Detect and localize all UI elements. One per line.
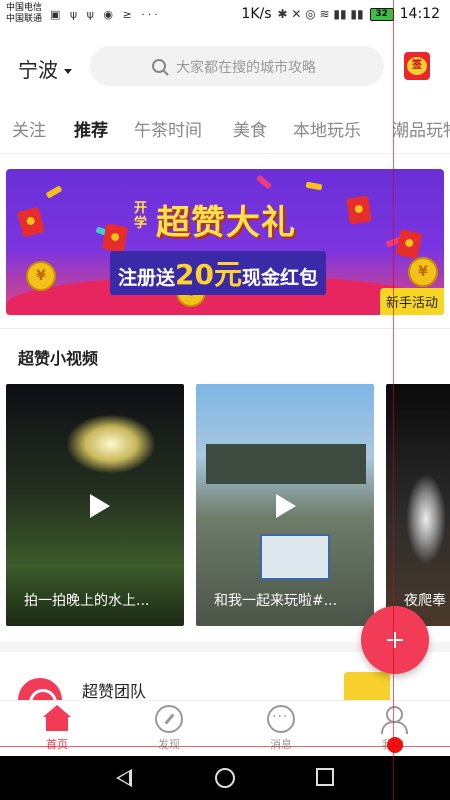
banner-subtitle: 注册送20元现金红包 [110, 251, 326, 295]
back-icon[interactable] [116, 769, 132, 787]
system-nav-bar [0, 756, 450, 800]
video-card-3[interactable]: 夜爬奉 [386, 384, 450, 626]
city-name: 宁波 [18, 58, 58, 82]
header: 宁波 大家都在搜的城市攻略 签 [0, 42, 450, 90]
check-in-label: 签 [407, 57, 427, 75]
video-caption: 夜爬奉 [404, 593, 446, 609]
app-screen: 中国电信 中国联通 ▣ ψ ψ ◉ ≥ ··· 1K/s ✱ ✕ ◎ ≋ ▮▮ … [0, 0, 450, 800]
team-name: 超赞团队 [82, 682, 147, 700]
bottom-nav: 首页 发现 消息 我的 [0, 700, 450, 756]
coin-icon: ¥ [408, 257, 438, 287]
nav-discover[interactable]: 发现 [139, 705, 199, 752]
newcomer-tag: 新手活动 [379, 288, 444, 315]
tab-afternoon-tea[interactable]: 午茶时间 [134, 116, 202, 141]
nav-messages-label: 消息 [270, 738, 292, 751]
tab-follow[interactable]: 关注 [12, 116, 46, 141]
battery-icon: 32 [369, 7, 394, 21]
status-right: 1K/s ✱ ✕ ◎ ≋ ▮▮ ▮▮ 32 14:12 [241, 6, 440, 22]
touch-indicator [387, 737, 403, 753]
light-glow [406, 474, 446, 564]
red-packet-icon [17, 206, 45, 238]
play-icon [90, 494, 110, 518]
section-title: 超赞小视频 [18, 349, 99, 368]
add-post-button[interactable] [361, 606, 429, 674]
video-card-1[interactable]: 拍一拍晚上的水上... [6, 384, 184, 626]
search-box[interactable]: 大家都在搜的城市攻略 [90, 46, 384, 86]
nav-discover-label: 发现 [158, 738, 180, 751]
signal-icons: ✱ ✕ ◎ ≋ ▮▮ ▮▮ [277, 7, 364, 21]
network-speed: 1K/s [241, 6, 272, 22]
banner-title: 超赞大礼 [156, 203, 296, 243]
city-selector[interactable]: 宁波 [18, 54, 72, 83]
recent-apps-icon[interactable] [316, 768, 334, 786]
banner-sub-prefix: 注册送 [118, 267, 176, 289]
category-tabs: 关注 推荐 午茶时间 美食 本地玩乐 潮品玩物 [0, 104, 450, 154]
light-glow [66, 414, 156, 474]
play-icon [276, 494, 296, 518]
banner-sub-suffix: 现金红包 [241, 267, 318, 289]
tab-trendy[interactable]: 潮品玩物 [392, 116, 450, 141]
clock: 14:12 [399, 6, 440, 22]
section-divider [0, 328, 450, 329]
banner-kaixue: 开学 [134, 201, 148, 231]
nav-messages[interactable]: 消息 [251, 705, 311, 752]
nav-home[interactable]: 首页 [27, 705, 87, 752]
caret-down-icon [64, 69, 72, 74]
check-in-icon[interactable]: 签 [404, 52, 430, 80]
team-avatar [18, 678, 62, 700]
red-packet-icon [101, 223, 129, 253]
confetti [255, 174, 273, 190]
tab-food[interactable]: 美食 [233, 116, 267, 141]
red-packet-icon [395, 228, 423, 260]
search-placeholder: 大家都在搜的城市攻略 [176, 60, 316, 76]
nav-home-label: 首页 [46, 738, 68, 751]
sign-board [260, 534, 330, 580]
promo-banner[interactable]: ¥ ¥ ¥ 开学 超赞大礼 注册送20元现金红包 新手活动 [6, 169, 444, 315]
carrier-info: 中国电信 中国联通 [6, 3, 42, 25]
coin-icon: ¥ [26, 261, 56, 291]
status-bar: 中国电信 中国联通 ▣ ψ ψ ◉ ≥ ··· 1K/s ✱ ✕ ◎ ≋ ▮▮ … [0, 0, 450, 34]
red-packet-icon [346, 195, 372, 225]
confetti [305, 181, 323, 191]
home-circle-icon[interactable] [215, 768, 235, 788]
guide-line-vertical [393, 0, 394, 800]
search-icon [152, 59, 166, 73]
home-icon [43, 705, 71, 733]
video-card-2[interactable]: 和我一起来玩啦#... [196, 384, 374, 626]
tab-recommend[interactable]: 推荐 [74, 116, 108, 141]
carrier-2: 中国联通 [6, 14, 43, 24]
carrier-1: 中国电信 [6, 3, 43, 13]
guide-line-horizontal [0, 746, 450, 747]
compass-icon [155, 705, 183, 733]
confetti [45, 185, 63, 199]
notification-icons: ▣ ψ ψ ◉ ≥ ··· [50, 8, 161, 21]
gift-icon[interactable] [344, 672, 390, 700]
video-caption: 和我一起来玩啦#... [214, 593, 338, 609]
video-caption: 拍一拍晚上的水上... [24, 593, 150, 609]
gate-structure [206, 444, 366, 484]
tab-local-fun[interactable]: 本地玩乐 [293, 116, 361, 141]
banner-sub-amount: 20元 [175, 258, 242, 291]
message-icon [267, 705, 295, 733]
